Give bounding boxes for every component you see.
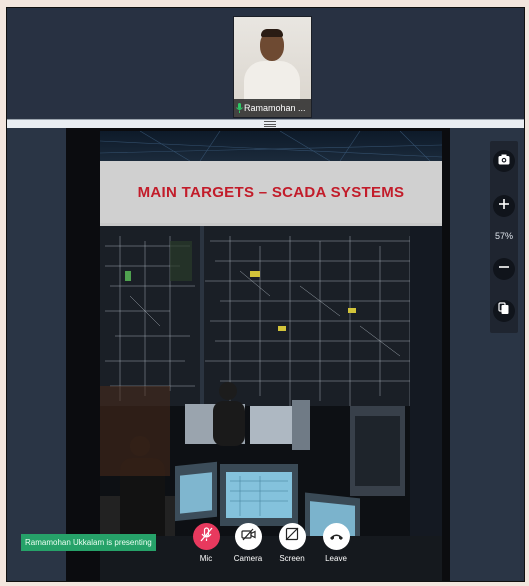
zoom-in-button[interactable] — [493, 195, 515, 217]
minus-icon — [498, 260, 510, 278]
participant-body — [244, 61, 300, 101]
camera-label: Camera — [233, 554, 263, 563]
slide-title-band: MAIN TARGETS – SCADA SYSTEMS — [100, 161, 442, 223]
camera-control[interactable]: Camera — [231, 523, 265, 563]
presenting-badge: Ramamohan Ukkalam is presenting — [21, 534, 156, 551]
participant-name-bar: Ramamohan ... — [234, 99, 311, 117]
leave-button[interactable] — [322, 523, 350, 550]
slide-title: MAIN TARGETS – SCADA SYSTEMS — [137, 183, 405, 201]
copy-button[interactable] — [493, 300, 515, 322]
plus-icon — [498, 197, 510, 215]
drag-handle-icon[interactable] — [264, 121, 276, 127]
camera-snapshot-icon — [498, 152, 510, 170]
slide-header-image — [100, 131, 442, 162]
shared-slide: MAIN TARGETS – SCADA SYSTEMS — [100, 131, 442, 581]
copy-icon — [498, 302, 510, 320]
screen-button[interactable] — [278, 523, 306, 550]
camera-off-icon — [240, 528, 256, 546]
participant-name: Ramamohan ... — [244, 103, 306, 113]
camera-button[interactable] — [234, 523, 262, 550]
view-toolbar: 57% — [490, 141, 518, 333]
zoom-level: 57% — [494, 231, 513, 241]
mic-active-icon — [234, 99, 244, 117]
phone-hangup-icon — [329, 528, 344, 546]
meeting-window: Ramamohan ... MAIN TARGETS – SCADA SYSTE… — [6, 7, 525, 582]
mic-muted-icon — [200, 526, 213, 547]
screen-share-off-icon — [285, 527, 299, 546]
screen-control[interactable]: Screen — [275, 523, 309, 563]
scada-control-room-photo — [100, 226, 442, 581]
leave-label: Leave — [325, 554, 347, 563]
screen-share-stage: MAIN TARGETS – SCADA SYSTEMS — [7, 128, 524, 581]
snapshot-button[interactable] — [493, 150, 515, 172]
mic-label: Mic — [199, 554, 213, 563]
participant-strip: Ramamohan ... — [7, 8, 524, 118]
mic-button[interactable] — [192, 523, 220, 550]
participant-hair — [261, 29, 283, 37]
participant-video-tile[interactable]: Ramamohan ... — [233, 16, 312, 118]
mic-control[interactable]: Mic — [189, 523, 223, 563]
screen-label: Screen — [279, 554, 305, 563]
leave-control[interactable]: Leave — [319, 523, 353, 563]
zoom-out-button[interactable] — [493, 258, 515, 280]
